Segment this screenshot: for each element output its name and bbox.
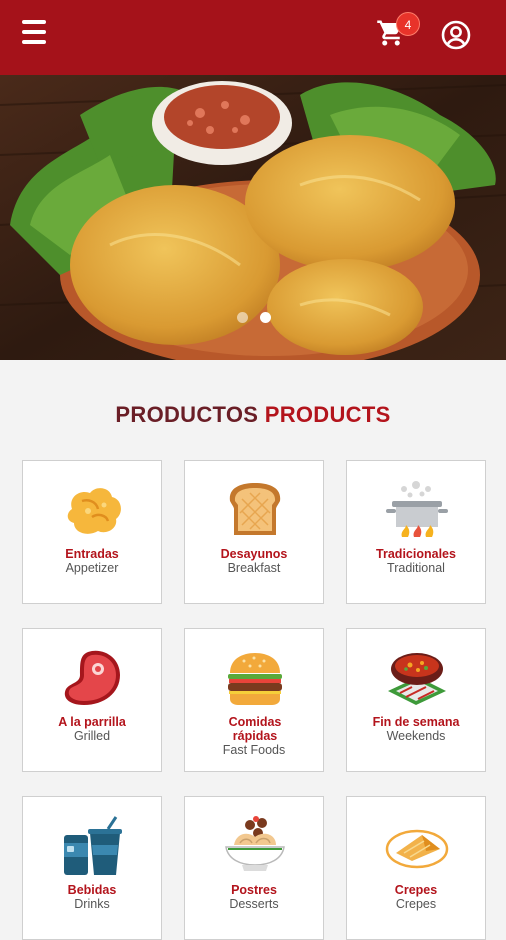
slider-dot-1[interactable] bbox=[237, 312, 248, 323]
category-name-en: Drinks bbox=[74, 897, 110, 911]
category-name-en: Appetizer bbox=[65, 561, 119, 575]
crepe-icon bbox=[385, 829, 449, 869]
appetizer-icon bbox=[67, 488, 121, 534]
slider-dot-2[interactable] bbox=[260, 312, 271, 323]
burger-icon bbox=[228, 653, 282, 705]
category-name-es: Postres bbox=[231, 883, 277, 897]
toast-icon bbox=[229, 483, 281, 535]
title-en: PRODUCTS bbox=[264, 402, 391, 427]
category-card-breakfast[interactable]: Desayunos Breakfast bbox=[184, 460, 324, 604]
category-name-en: Grilled bbox=[73, 729, 111, 743]
category-card-desserts[interactable]: Postres Desserts bbox=[184, 796, 324, 940]
category-card-grilled[interactable]: A la parrilla Grilled bbox=[22, 628, 162, 772]
category-name-es: Bebidas bbox=[67, 883, 117, 897]
category-name-en: Traditional bbox=[387, 561, 445, 575]
user-account-button[interactable] bbox=[440, 19, 472, 51]
category-name-es: Fin de semana bbox=[372, 715, 460, 729]
category-name-es: Comidas rápidas bbox=[228, 715, 282, 743]
category-name-en: Desserts bbox=[229, 897, 279, 911]
title-es: PRODUCTOS bbox=[115, 402, 259, 427]
category-name-en: Breakfast bbox=[227, 561, 281, 575]
category-name-en: Fast Foods bbox=[222, 743, 286, 757]
cart-count-badge: 4 bbox=[396, 12, 420, 36]
category-card-weekends[interactable]: Fin de semana Weekends bbox=[346, 628, 486, 772]
dessert-icon bbox=[225, 816, 285, 871]
section-title: PRODUCTOS PRODUCTS bbox=[0, 402, 506, 428]
category-name-es: Entradas bbox=[65, 547, 119, 561]
category-name-es: A la parrilla bbox=[58, 715, 126, 729]
category-card-appetizer[interactable]: Entradas Appetizer bbox=[22, 460, 162, 604]
category-name-es: Tradicionales bbox=[376, 547, 456, 561]
steak-icon bbox=[64, 650, 120, 705]
pot-icon bbox=[386, 481, 448, 537]
category-card-crepes[interactable]: Crepes Crepes bbox=[346, 796, 486, 940]
category-name-en: Crepes bbox=[395, 897, 437, 911]
category-name-es: Desayunos bbox=[220, 547, 288, 561]
drinks-icon bbox=[64, 816, 122, 875]
hero-banner[interactable] bbox=[0, 75, 506, 360]
category-card-traditional[interactable]: Tradicionales Traditional bbox=[346, 460, 486, 604]
app-header: 4 bbox=[0, 0, 506, 75]
category-card-drinks[interactable]: Bebidas Drinks bbox=[22, 796, 162, 940]
category-card-fast-foods[interactable]: Comidas rápidas Fast Foods bbox=[184, 628, 324, 772]
category-name-es: Crepes bbox=[394, 883, 438, 897]
user-icon bbox=[441, 20, 471, 50]
menu-icon[interactable] bbox=[22, 20, 56, 50]
soup-bowl-icon bbox=[388, 653, 446, 705]
slider-dots bbox=[237, 312, 271, 323]
category-name-en: Weekends bbox=[386, 729, 446, 743]
